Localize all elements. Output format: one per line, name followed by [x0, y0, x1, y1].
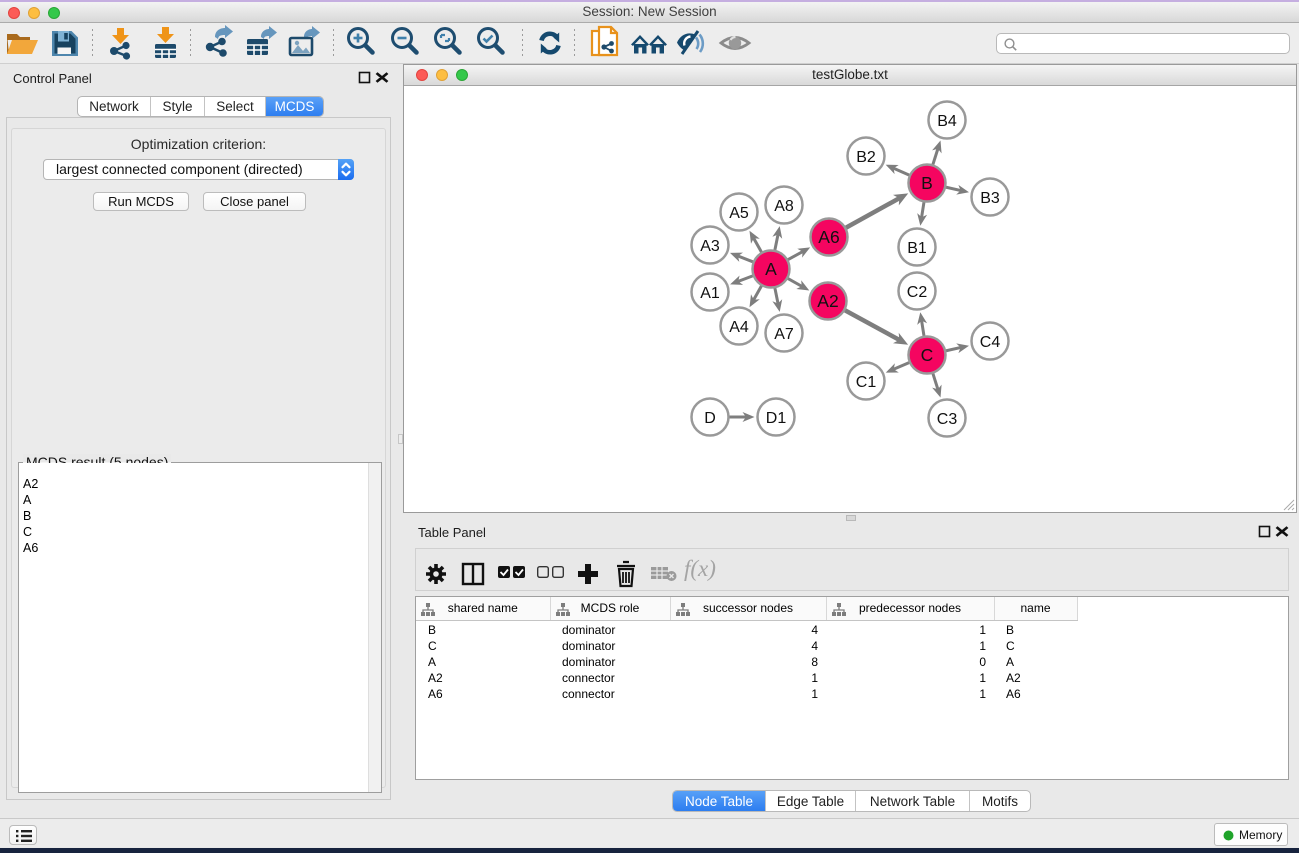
svg-text:B3: B3 [980, 190, 1000, 207]
svg-text:B: B [921, 173, 933, 193]
svg-text:C2: C2 [907, 284, 928, 301]
svg-text:B4: B4 [937, 113, 957, 130]
svg-text:A1: A1 [700, 285, 720, 302]
svg-text:A8: A8 [774, 198, 794, 215]
svg-text:A4: A4 [729, 319, 749, 336]
svg-text:A7: A7 [774, 326, 794, 343]
svg-text:B1: B1 [907, 240, 927, 257]
svg-text:A: A [765, 259, 777, 279]
svg-text:D1: D1 [766, 410, 787, 427]
svg-text:B2: B2 [856, 149, 876, 166]
svg-text:A2: A2 [817, 291, 838, 311]
svg-text:A6: A6 [818, 227, 839, 247]
svg-text:D: D [704, 410, 716, 427]
svg-text:A5: A5 [729, 205, 749, 222]
svg-text:C3: C3 [937, 411, 958, 428]
svg-text:C1: C1 [856, 374, 877, 391]
svg-text:C: C [921, 345, 934, 365]
svg-text:A3: A3 [700, 238, 720, 255]
svg-text:C4: C4 [980, 334, 1001, 351]
